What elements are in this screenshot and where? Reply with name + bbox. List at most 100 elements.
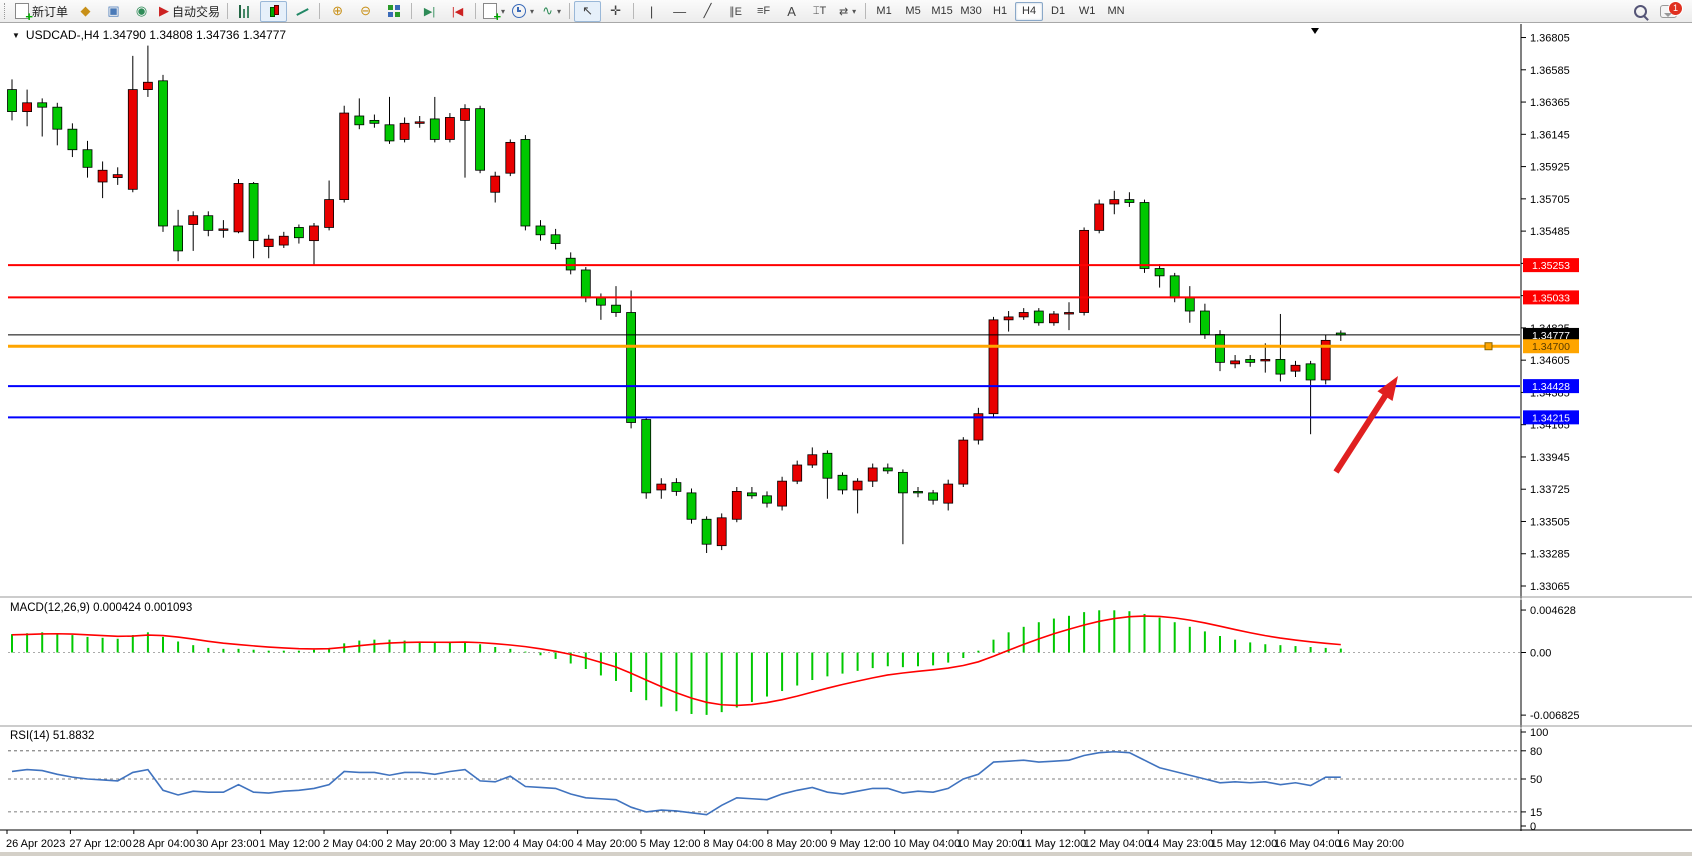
candle-body (294, 227, 303, 237)
candle-body (687, 493, 696, 519)
rsi-axis-label: 100 (1530, 727, 1548, 739)
time-axis-label: 28 Apr 04:00 (133, 838, 195, 850)
autotrading-icon: ▶ (159, 3, 169, 19)
notifications-button[interactable]: 1 (1655, 1, 1682, 22)
bar-chart-icon (239, 5, 252, 18)
candlestick-chart-button[interactable] (260, 1, 287, 22)
candle-body (747, 493, 756, 496)
tile-windows-button[interactable] (380, 1, 407, 22)
toolbar-separator (633, 3, 634, 19)
price-axis-label: 1.35705 (1530, 194, 1570, 206)
dropdown-arrow-icon: ▾ (530, 7, 534, 16)
autotrading-button[interactable]: ▶ 自动交易 (156, 1, 223, 22)
indicators-icon (483, 3, 497, 19)
candle-body (143, 82, 152, 89)
channel-icon: ∥E (729, 5, 742, 18)
timeframe-h1-button[interactable]: H1 (986, 2, 1014, 21)
bar-chart-button[interactable] (232, 1, 259, 22)
timeframe-h4-button[interactable]: H4 (1015, 2, 1043, 21)
candle-body (430, 119, 439, 140)
candle-body (113, 175, 122, 178)
candle-body (355, 116, 364, 125)
candle-body (1095, 204, 1104, 230)
timeframe-w1-button[interactable]: W1 (1073, 2, 1101, 21)
line-drag-handle[interactable] (1485, 343, 1492, 350)
crosshair-icon: ✛ (610, 3, 621, 19)
candle-body (672, 483, 681, 492)
templates-icon: ∿ (542, 3, 553, 19)
chart-window: ▼ USDCAD-,H4 1.34790 1.34808 1.34736 1.3… (0, 24, 1692, 856)
chart-canvas[interactable]: 1.368051.365851.363651.361451.359251.357… (0, 24, 1692, 856)
timeframe-m1-button[interactable]: M1 (870, 2, 898, 21)
new-chart-icon: ▣ (107, 3, 119, 19)
price-axis-label: 1.36585 (1530, 65, 1570, 77)
horizontal-line-button[interactable]: — (666, 1, 693, 22)
timeframe-m5-button[interactable]: M5 (899, 2, 927, 21)
chart-shift-button[interactable]: |◀ (444, 1, 471, 22)
candle-body (581, 270, 590, 298)
candle-body (400, 123, 409, 139)
candle-body (898, 472, 907, 493)
signals-icon: ◉ (136, 3, 147, 19)
candle-body (1231, 361, 1240, 364)
channel-button[interactable]: ∥E (722, 1, 749, 22)
candle-body (808, 455, 817, 465)
shapes-button[interactable]: ⇄▾ (834, 1, 861, 22)
notification-badge: 1 (1668, 1, 1683, 16)
candle-body (657, 484, 666, 490)
candle-body (83, 150, 92, 168)
zoom-in-button[interactable]: ⊕ (324, 1, 351, 22)
candle-body (823, 453, 832, 478)
trendline-button[interactable]: ╱ (694, 1, 721, 22)
crosshair-button[interactable]: ✛ (602, 1, 629, 22)
vertical-line-button[interactable]: | (638, 1, 665, 22)
timeframe-d1-button[interactable]: D1 (1044, 2, 1072, 21)
fibonacci-button[interactable]: ≡F (750, 1, 777, 22)
candle-body (1125, 200, 1134, 203)
line-chart-button[interactable] (288, 1, 315, 22)
candle-body (1306, 364, 1315, 380)
candle-body (174, 226, 183, 251)
indicators-button[interactable]: ▾ (480, 1, 508, 22)
new-chart-button[interactable]: ▣ (100, 1, 127, 22)
timeframe-m15-button[interactable]: M15 (928, 2, 956, 21)
zoom-out-button[interactable]: ⊖ (352, 1, 379, 22)
timeframe-mn-button[interactable]: MN (1102, 2, 1130, 21)
search-button[interactable] (1627, 1, 1654, 22)
price-axis-label: 1.36365 (1530, 97, 1570, 109)
new-order-icon (15, 3, 29, 19)
candle-body (929, 493, 938, 500)
time-axis-label: 30 Apr 23:00 (196, 838, 258, 850)
profiles-button[interactable]: ◆ (72, 1, 99, 22)
macd-axis-label: -0.006825 (1530, 710, 1580, 722)
dropdown-arrow-icon: ▾ (852, 7, 856, 16)
time-axis-label: 12 May 04:00 (1084, 838, 1151, 850)
signals-button[interactable]: ◉ (128, 1, 155, 22)
chart-shift-icon: |◀ (452, 5, 463, 18)
candle-body (1019, 313, 1028, 317)
new-order-button[interactable]: 新订单 (12, 1, 71, 22)
vertical-line-icon: | (650, 4, 653, 19)
collapse-arrow-icon: ▼ (12, 31, 20, 40)
time-axis-label: 10 May 20:00 (957, 838, 1024, 850)
candle-body (702, 519, 711, 544)
zoom-out-icon: ⊖ (360, 3, 371, 19)
candle-body (717, 518, 726, 546)
chart-title-text: USDCAD-,H4 1.34790 1.34808 1.34736 1.347… (26, 28, 286, 42)
candle-body (1261, 359, 1270, 361)
text-button[interactable]: A (778, 1, 805, 22)
time-axis-label: 8 May 04:00 (703, 838, 764, 850)
timeframe-m30-button[interactable]: M30 (957, 2, 985, 21)
candle-body (53, 107, 62, 129)
time-axis-label: 15 May 12:00 (1211, 838, 1278, 850)
main-toolbar: 新订单 ◆ ▣ ◉ ▶ 自动交易 ⊕ ⊖ ▶| |◀ ▾ ▾ ∿▾ ↖ ✛ | … (0, 0, 1692, 23)
profiles-icon: ◆ (81, 3, 91, 19)
auto-scroll-button[interactable]: ▶| (416, 1, 443, 22)
text-label-button[interactable]: ⌶T (806, 1, 833, 22)
cursor-button[interactable]: ↖ (574, 1, 601, 22)
templates-button[interactable]: ∿▾ (538, 1, 565, 22)
candle-body (1216, 334, 1225, 362)
text-label-icon: ⌶T (813, 5, 826, 18)
periods-button[interactable]: ▾ (509, 1, 537, 22)
candle-body (1034, 311, 1043, 323)
